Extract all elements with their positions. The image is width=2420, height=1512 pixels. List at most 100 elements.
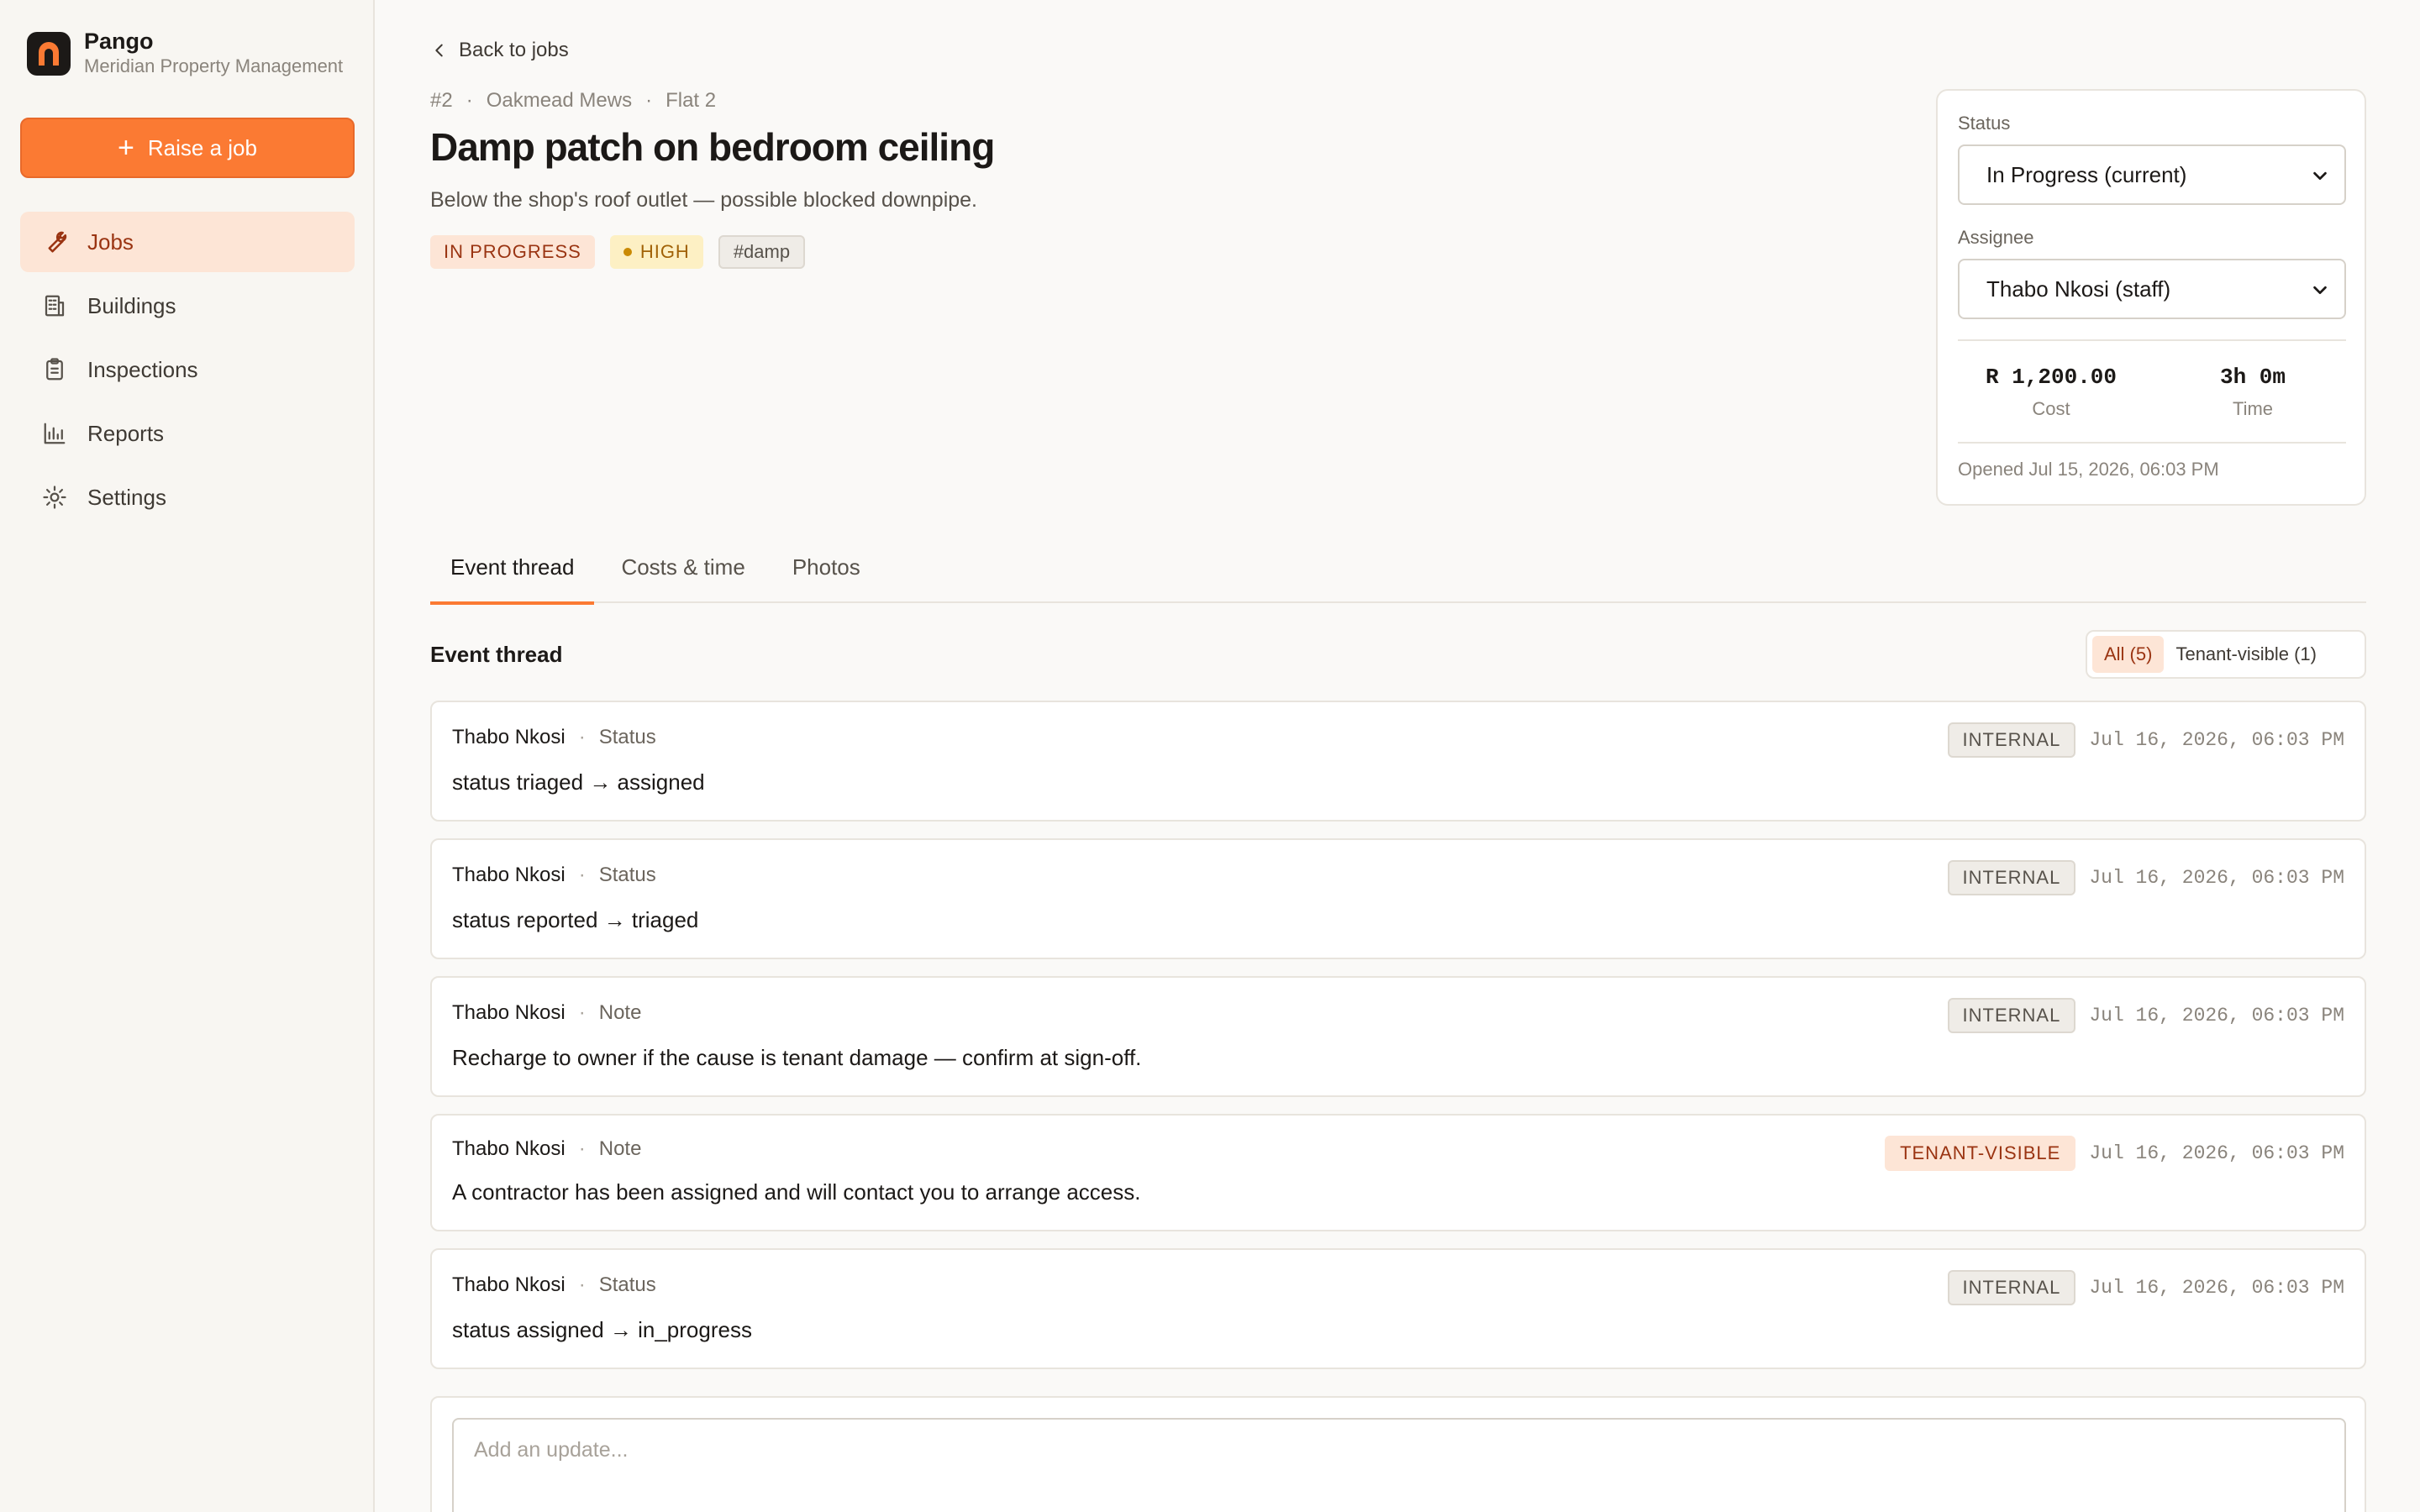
event-kind: Status: [598, 1273, 656, 1296]
time-value: 3h 0m: [2219, 365, 2286, 390]
wrench-icon: [48, 231, 67, 253]
event-timestamp: Jul 16, 2026, 06:03 PM: [2089, 1277, 2344, 1299]
time-stat: 3h 0m Time: [2160, 365, 2346, 420]
sidebar-item-reports[interactable]: Reports: [20, 403, 355, 464]
building-name: Oakmead Mews: [486, 89, 633, 112]
event-kind: Status: [598, 726, 656, 748]
breadcrumb-separator: ·: [466, 89, 473, 112]
event-timestamp: Jul 16, 2026, 06:03 PM: [2089, 729, 2344, 751]
visibility-filter: All (5) Tenant-visible (1): [2086, 630, 2366, 679]
card-divider: [1958, 442, 2346, 444]
priority-dot-icon: [623, 248, 632, 256]
tab-event-thread[interactable]: Event thread: [430, 536, 595, 605]
page-title: Damp patch on bedroom ceiling: [430, 125, 995, 169]
event-body: status reported → triaged: [452, 907, 699, 932]
chevron-down-icon: [2313, 171, 2327, 181]
assignee-label: Assignee: [1958, 227, 2034, 248]
visibility-badge: TENANT-VISIBLE: [1885, 1136, 2076, 1171]
time-label: Time: [2232, 398, 2274, 419]
event-body: Recharge to owner if the cause is tenant…: [452, 1045, 1142, 1070]
job-tags: IN PROGRESS HIGH #damp: [430, 235, 820, 269]
list-item: Thabo Nkosi · Note INTERNAL Jul 16, 2026…: [430, 976, 2366, 1097]
update-input[interactable]: Add an update...: [452, 1418, 2346, 1512]
chevron-left-icon: [435, 44, 443, 57]
sidebar-item-label: Jobs: [87, 228, 134, 255]
job-summary-card: Status In Progress (current) Assignee Th…: [1936, 89, 2366, 506]
sidebar-item-label: Reports: [87, 420, 165, 446]
event-author: Thabo Nkosi: [452, 726, 566, 748]
building-icon: [45, 295, 65, 317]
status-select-value: In Progress (current): [1986, 161, 2187, 187]
brand-name: Pango: [84, 29, 154, 54]
list-item: Thabo Nkosi · Note TENANT-VISIBLE Jul 16…: [430, 1114, 2366, 1231]
meta-separator: ·: [578, 1137, 586, 1160]
meta-separator: ·: [578, 864, 586, 886]
event-author: Thabo Nkosi: [452, 1137, 566, 1160]
pango-logo-icon: [27, 32, 71, 76]
tab-costs-time[interactable]: Costs & time: [601, 536, 765, 598]
update-composer: Add an update...: [430, 1396, 2366, 1512]
chevron-down-icon: [2313, 286, 2327, 295]
sidebar: Pango Meridian Property Management + Rai…: [0, 0, 375, 1512]
main-content: Back to jobs #2 · Oakmead Mews · Flat 2 …: [376, 0, 2420, 1512]
event-body: A contractor has been assigned and will …: [452, 1179, 1141, 1205]
status-badge: IN PROGRESS: [430, 235, 595, 269]
meta-separator: ·: [578, 1001, 586, 1024]
sidebar-item-label: Inspections: [87, 356, 198, 382]
back-to-jobs-link[interactable]: Back to jobs: [430, 39, 569, 62]
event-timestamp: Jul 16, 2026, 06:03 PM: [2089, 1005, 2344, 1026]
sidebar-nav: Jobs Buildings Inspections Reports Setti…: [20, 212, 355, 531]
meta-separator: ·: [578, 1273, 586, 1296]
event-list: Thabo Nkosi · Status INTERNAL Jul 16, 20…: [430, 701, 2366, 1386]
sidebar-item-inspections[interactable]: Inspections: [20, 339, 355, 400]
event-author: Thabo Nkosi: [452, 1273, 566, 1296]
opened-timestamp: Opened Jul 15, 2026, 06:03 PM: [1958, 459, 2219, 480]
visibility-badge: INTERNAL: [1947, 998, 2076, 1033]
plus-icon: +: [118, 132, 134, 164]
breadcrumb: #2 · Oakmead Mews · Flat 2: [430, 89, 716, 113]
list-item: Thabo Nkosi · Status INTERNAL Jul 16, 20…: [430, 701, 2366, 822]
clipboard-icon: [46, 358, 63, 381]
event-author: Thabo Nkosi: [452, 1001, 566, 1024]
filter-tenant-visible-button[interactable]: Tenant-visible (1): [2164, 636, 2328, 673]
assignee-select-value: Thabo Nkosi (staff): [1986, 276, 2171, 302]
job-description: Below the shop's roof outlet — possible …: [430, 188, 978, 212]
event-kind: Note: [598, 1137, 642, 1160]
filter-all-button[interactable]: All (5): [2092, 636, 2165, 673]
event-kind: Status: [598, 864, 656, 886]
event-timestamp: Jul 16, 2026, 06:03 PM: [2089, 1142, 2344, 1164]
priority-badge: HIGH: [609, 235, 703, 269]
cost-stat: R 1,200.00 Cost: [1958, 365, 2144, 420]
event-thread-heading: Event thread: [430, 642, 563, 667]
visibility-badge: INTERNAL: [1947, 1270, 2076, 1305]
sidebar-item-label: Buildings: [87, 292, 176, 318]
assignee-select[interactable]: Thabo Nkosi (staff): [1958, 259, 2346, 319]
meta-separator: ·: [578, 726, 586, 748]
cost-value: R 1,200.00: [1985, 365, 2118, 390]
organization-name: Meridian Property Management: [84, 55, 344, 76]
unit-name: Flat 2: [666, 89, 717, 112]
label-tag[interactable]: #damp: [718, 235, 806, 269]
tab-photos[interactable]: Photos: [772, 536, 881, 598]
status-label: Status: [1958, 113, 2011, 134]
priority-label: HIGH: [639, 241, 690, 262]
card-divider: [1958, 339, 2346, 341]
sidebar-item-buildings[interactable]: Buildings: [20, 276, 355, 336]
brand[interactable]: Pango Meridian Property Management: [27, 29, 361, 79]
list-item: Thabo Nkosi · Status INTERNAL Jul 16, 20…: [430, 1248, 2366, 1369]
event-body: status assigned → in_progress: [452, 1317, 752, 1342]
sidebar-item-settings[interactable]: Settings: [20, 467, 355, 528]
list-item: Thabo Nkosi · Status INTERNAL Jul 16, 20…: [430, 838, 2366, 959]
sidebar-item-jobs[interactable]: Jobs: [20, 212, 355, 272]
cost-label: Cost: [2032, 398, 2070, 419]
event-kind: Note: [598, 1001, 642, 1024]
bar-chart-icon: [44, 423, 66, 444]
job-number: #2: [430, 89, 453, 112]
back-label: Back to jobs: [459, 39, 569, 61]
raise-job-label: Raise a job: [147, 134, 257, 160]
raise-job-button[interactable]: + Raise a job: [20, 118, 355, 178]
gear-icon: [43, 486, 66, 509]
status-select[interactable]: In Progress (current): [1958, 144, 2346, 205]
event-timestamp: Jul 16, 2026, 06:03 PM: [2089, 867, 2344, 889]
event-author: Thabo Nkosi: [452, 864, 566, 886]
